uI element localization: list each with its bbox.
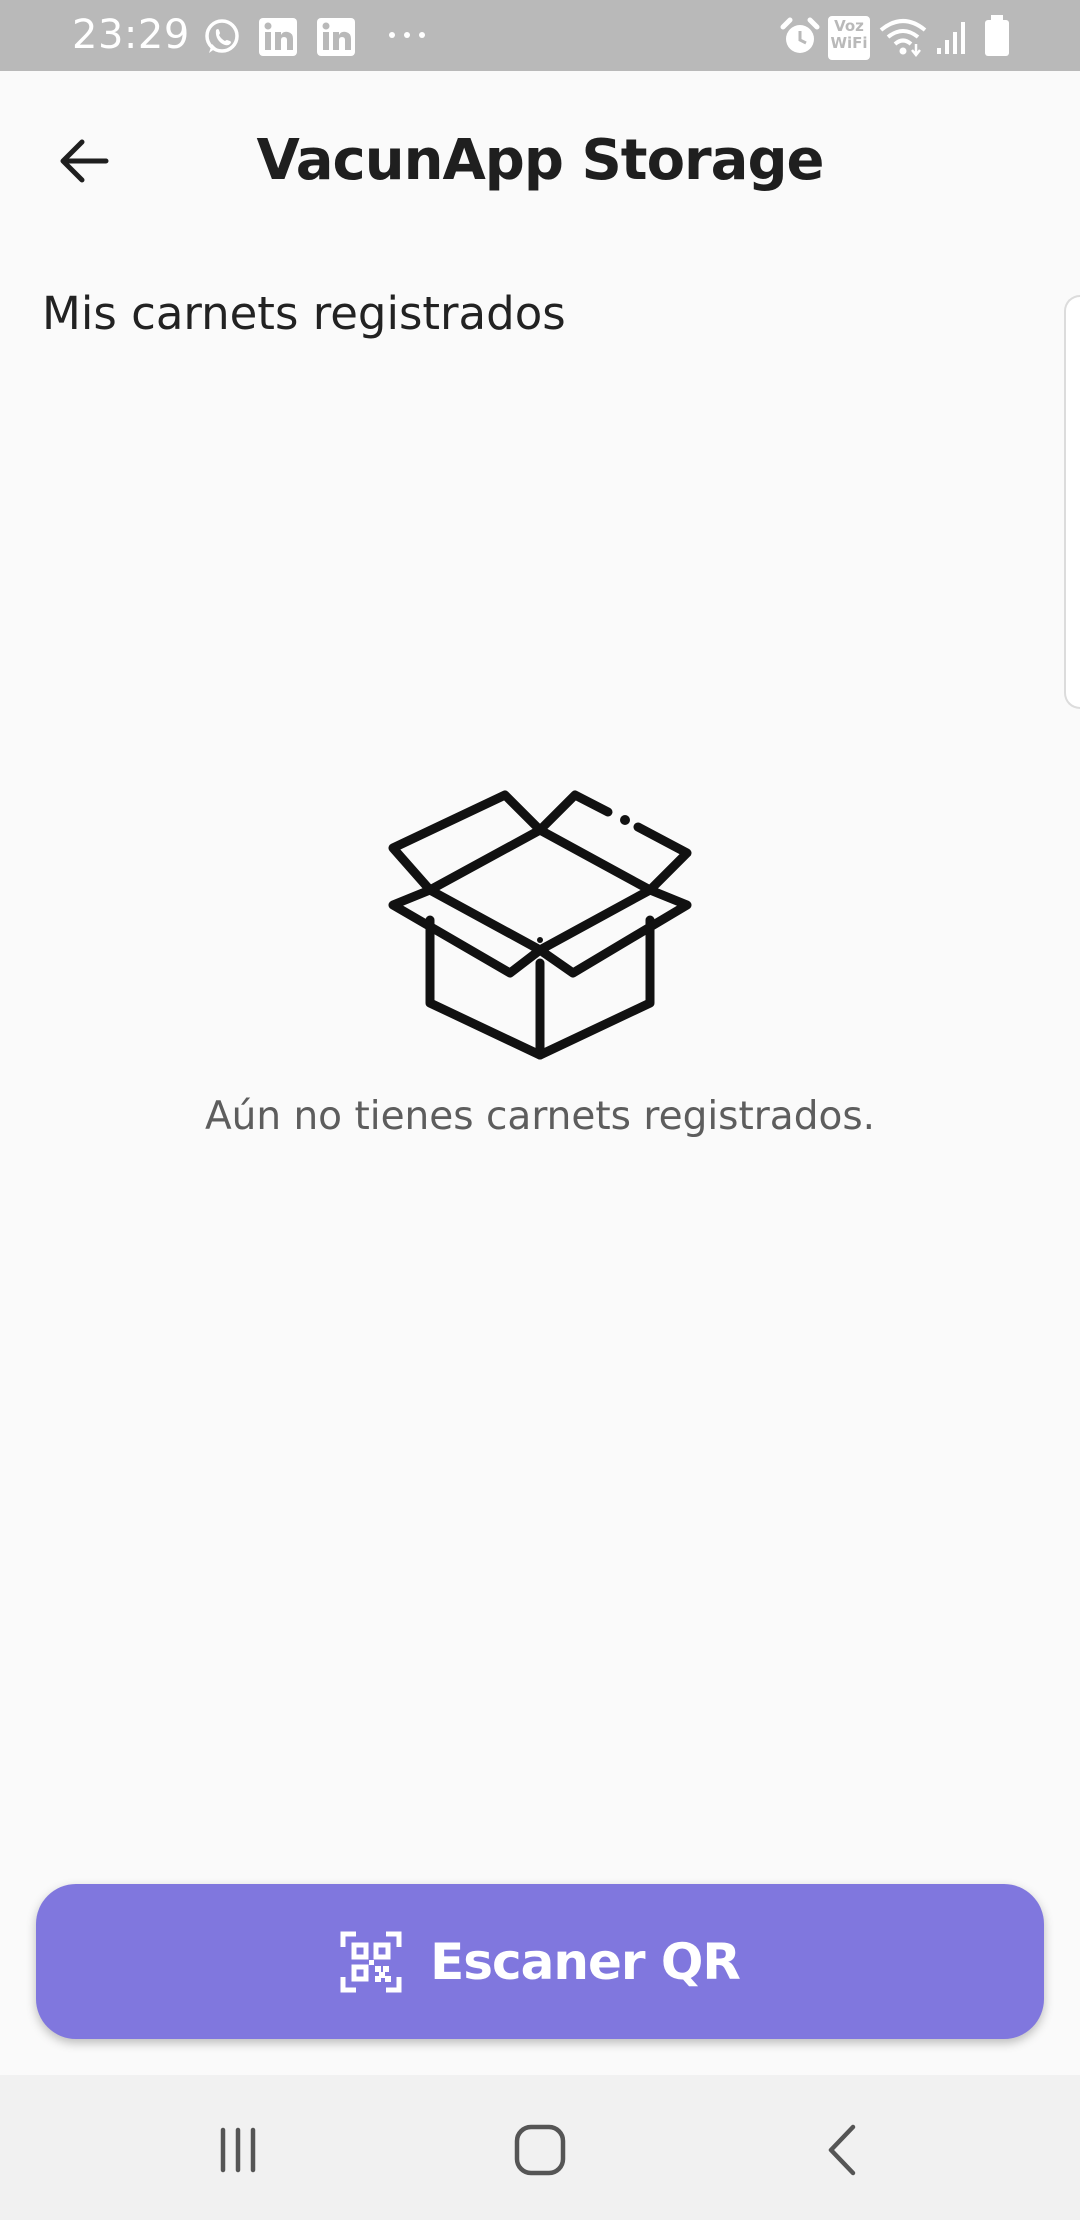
wifi-icon bbox=[879, 19, 927, 58]
empty-state-message: Aún no tienes carnets registrados. bbox=[204, 1094, 876, 1139]
battery-icon bbox=[985, 15, 1009, 56]
voz-wifi-icon: Voz WiFi bbox=[828, 16, 870, 60]
status-time: 23:29 bbox=[72, 12, 190, 58]
back-icon bbox=[828, 2124, 856, 2176]
linkedin-icon bbox=[317, 18, 355, 56]
open-box-icon bbox=[388, 790, 692, 1060]
home-icon bbox=[514, 2124, 566, 2176]
section-title: Mis carnets registrados bbox=[42, 287, 566, 340]
system-back-button[interactable] bbox=[793, 2110, 893, 2190]
scan-qr-button[interactable]: Escaner QR bbox=[36, 1884, 1044, 2039]
app-bar: VacunApp Storage bbox=[0, 71, 1080, 241]
qr-code-icon bbox=[340, 1931, 402, 1992]
scan-qr-label: Escaner QR bbox=[430, 1932, 741, 1991]
recent-apps-icon bbox=[220, 2127, 256, 2173]
recent-apps-button[interactable] bbox=[188, 2110, 288, 2190]
navigation-bar bbox=[0, 2075, 1080, 2220]
more-dots-icon bbox=[389, 32, 425, 38]
side-drawer-handle[interactable] bbox=[1064, 295, 1080, 709]
page-title: VacunApp Storage bbox=[256, 128, 824, 193]
signal-icon bbox=[937, 22, 965, 54]
linkedin-icon bbox=[259, 18, 297, 56]
status-bar: 23:29 Voz WiFi bbox=[0, 0, 1080, 71]
home-button[interactable] bbox=[490, 2110, 590, 2190]
whatsapp-icon bbox=[205, 19, 239, 53]
alarm-icon bbox=[780, 17, 820, 53]
